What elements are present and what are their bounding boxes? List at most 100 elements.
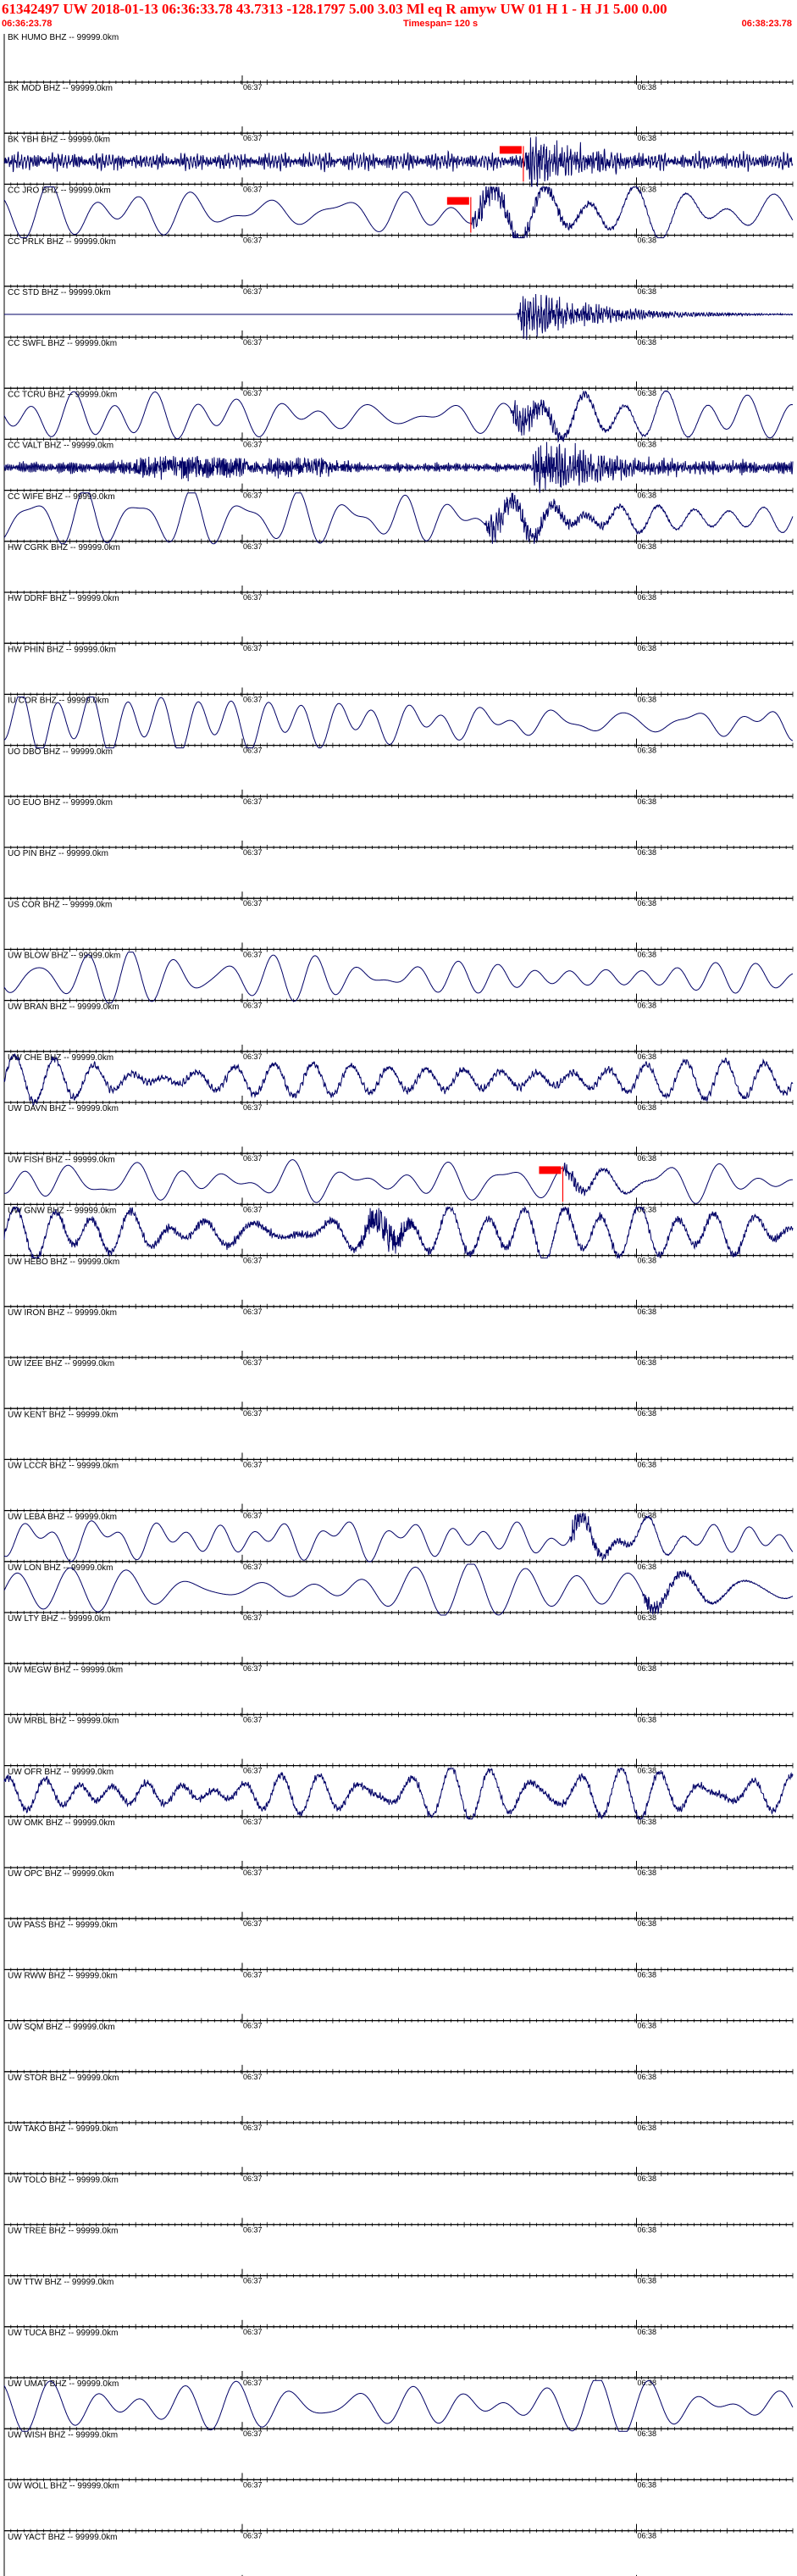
- time-axis-ticks: [3, 2222, 794, 2228]
- time-axis-ticks: [3, 2120, 794, 2125]
- time-axis-ticks: [3, 80, 794, 85]
- minute-tick-label: 06:37: [243, 2277, 263, 2285]
- waveform-trace: [3, 390, 793, 443]
- minute-tick-label: 06:38: [638, 1563, 657, 1571]
- phase-pick-flag: [539, 1166, 562, 1174]
- minute-tick-label: 06:37: [243, 695, 263, 703]
- trace-label: UW OPC BHZ -- 99999.0km: [8, 1869, 114, 1879]
- time-axis-ticks: [3, 1303, 794, 1309]
- trace-label: UW OMK BHZ -- 99999.0km: [8, 1818, 115, 1828]
- time-axis-ticks: [3, 538, 794, 544]
- trace-label: CC SWFL BHZ -- 99999.0km: [8, 339, 117, 348]
- minute-tick-label: 06:38: [638, 2174, 657, 2183]
- time-axis-ticks: [3, 2068, 794, 2074]
- minute-tick-label: 06:37: [243, 2480, 263, 2489]
- minute-tick-label: 06:37: [243, 1460, 263, 1468]
- trace-label: CC TCRU BHZ -- 99999.0km: [8, 390, 117, 399]
- time-axis-ticks: [3, 1202, 794, 1208]
- time-axis-ticks: [3, 181, 794, 187]
- time-axis-ticks: [3, 641, 794, 647]
- minute-tick-label: 06:38: [638, 2022, 657, 2030]
- trace-label: UO DBO BHZ -- 99999.0km: [8, 747, 113, 757]
- minute-tick-label: 06:37: [243, 644, 263, 652]
- time-axis-ticks: [3, 2323, 794, 2329]
- minute-tick-label: 06:38: [638, 491, 657, 500]
- time-axis-ticks: [3, 793, 794, 799]
- trace-label: UW BRAN BHZ -- 99999.0km: [8, 1002, 119, 1012]
- minute-tick-label: 06:37: [243, 2124, 263, 2132]
- minute-tick-label: 06:38: [638, 236, 657, 245]
- minute-tick-label: 06:37: [243, 491, 263, 500]
- time-axis-ticks: [3, 2171, 794, 2177]
- trace-label: UW DAVN BHZ -- 99999.0km: [8, 1104, 119, 1113]
- minute-tick-label: 06:38: [638, 440, 657, 448]
- minute-tick-label: 06:37: [243, 2022, 263, 2030]
- time-axis-ticks: [3, 1967, 794, 1973]
- time-axis-ticks: [3, 232, 794, 238]
- minute-tick-label: 06:37: [243, 83, 263, 92]
- minute-tick-label: 06:37: [243, 1358, 263, 1367]
- trace-label: UW SQM BHZ -- 99999.0km: [8, 2023, 115, 2032]
- minute-tick-label: 06:37: [243, 1563, 263, 1571]
- time-axis-ticks: [3, 997, 794, 1003]
- seismogram-plot: BK HUMO BHZ -- 99999.0km 06:37 06:38 BK MOD…: [3, 33, 794, 2576]
- minute-tick-label: 06:38: [638, 1257, 657, 1265]
- time-axis-ticks: [3, 130, 794, 136]
- time-axis-ticks: [3, 1763, 794, 1768]
- time-axis-ticks: [3, 335, 794, 340]
- minute-tick-label: 06:37: [243, 2328, 263, 2336]
- minute-tick-label: 06:38: [638, 644, 657, 652]
- waveform-trace: [3, 1513, 794, 1563]
- minute-tick-label: 06:37: [243, 1052, 263, 1061]
- trace-label: UW LON BHZ -- 99999.0km: [8, 1563, 113, 1573]
- minute-tick-label: 06:37: [243, 2379, 263, 2387]
- minute-tick-label: 06:37: [243, 440, 263, 448]
- time-axis-ticks: [3, 691, 794, 697]
- trace-label: CC STD BHZ -- 99999.0km: [8, 288, 111, 297]
- minute-tick-label: 06:37: [243, 1919, 263, 1928]
- minute-tick-label: 06:37: [243, 1664, 263, 1673]
- minute-tick-label: 06:37: [243, 236, 263, 245]
- trace-label: CC PRLK BHZ -- 99999.0km: [8, 237, 116, 247]
- time-axis-ticks: [3, 590, 794, 595]
- trace-label: HW DDRF BHZ -- 99999.0km: [8, 594, 119, 603]
- time-axis-ticks: [3, 1252, 794, 1258]
- waveform-trace: [3, 1159, 793, 1204]
- time-axis-ticks: [3, 1151, 794, 1157]
- waveform-trace: [3, 492, 794, 545]
- minute-tick-label: 06:37: [243, 1257, 263, 1265]
- minute-tick-label: 06:38: [638, 2532, 657, 2540]
- minute-tick-label: 06:37: [243, 134, 263, 142]
- trace-label: UW TAKO BHZ -- 99999.0km: [8, 2124, 118, 2134]
- minute-tick-label: 06:37: [243, 185, 263, 193]
- minute-tick-label: 06:38: [638, 1307, 657, 1316]
- trace-label: CC JRO BHZ -- 99999.0km: [8, 186, 111, 196]
- minute-tick-label: 06:38: [638, 83, 657, 92]
- trace-label: UW MRBL BHZ -- 99999.0km: [8, 1717, 119, 1726]
- time-axis-ticks: [3, 283, 794, 289]
- time-axis-ticks: [3, 2528, 794, 2534]
- minute-tick-label: 06:37: [243, 338, 263, 347]
- trace-label: UW LCCR BHZ -- 99999.0km: [8, 1462, 119, 1471]
- trace-label: UW FISH BHZ -- 99999.0km: [8, 1155, 115, 1164]
- minute-tick-label: 06:37: [243, 1154, 263, 1163]
- trace-label: UW BLOW BHZ -- 99999.0km: [8, 952, 120, 961]
- time-axis-ticks: [3, 487, 794, 493]
- trace-label: UW MEGW BHZ -- 99999.0km: [8, 1665, 123, 1674]
- minute-tick-label: 06:38: [638, 2277, 657, 2285]
- trace-label: HW PHIN BHZ -- 99999.0km: [8, 645, 116, 654]
- waveform-trace: [3, 2379, 794, 2432]
- minute-tick-label: 06:38: [638, 1868, 657, 1877]
- time-axis-ticks: [3, 845, 794, 850]
- minute-tick-label: 06:37: [243, 848, 263, 857]
- trace-label: HW CGRK BHZ -- 99999.0km: [8, 543, 120, 552]
- minute-tick-label: 06:37: [243, 1868, 263, 1877]
- minute-tick-label: 06:37: [243, 950, 263, 958]
- minute-tick-label: 06:37: [243, 389, 263, 397]
- trace-label: UW IZEE BHZ -- 99999.0km: [8, 1359, 114, 1368]
- waveform-trace: [3, 1206, 794, 1260]
- time-axis-ticks: [3, 896, 794, 902]
- minute-tick-label: 06:37: [243, 287, 263, 296]
- trace-label: BK HUMO BHZ -- 99999.0km: [8, 33, 119, 42]
- minute-tick-label: 06:38: [638, 2328, 657, 2336]
